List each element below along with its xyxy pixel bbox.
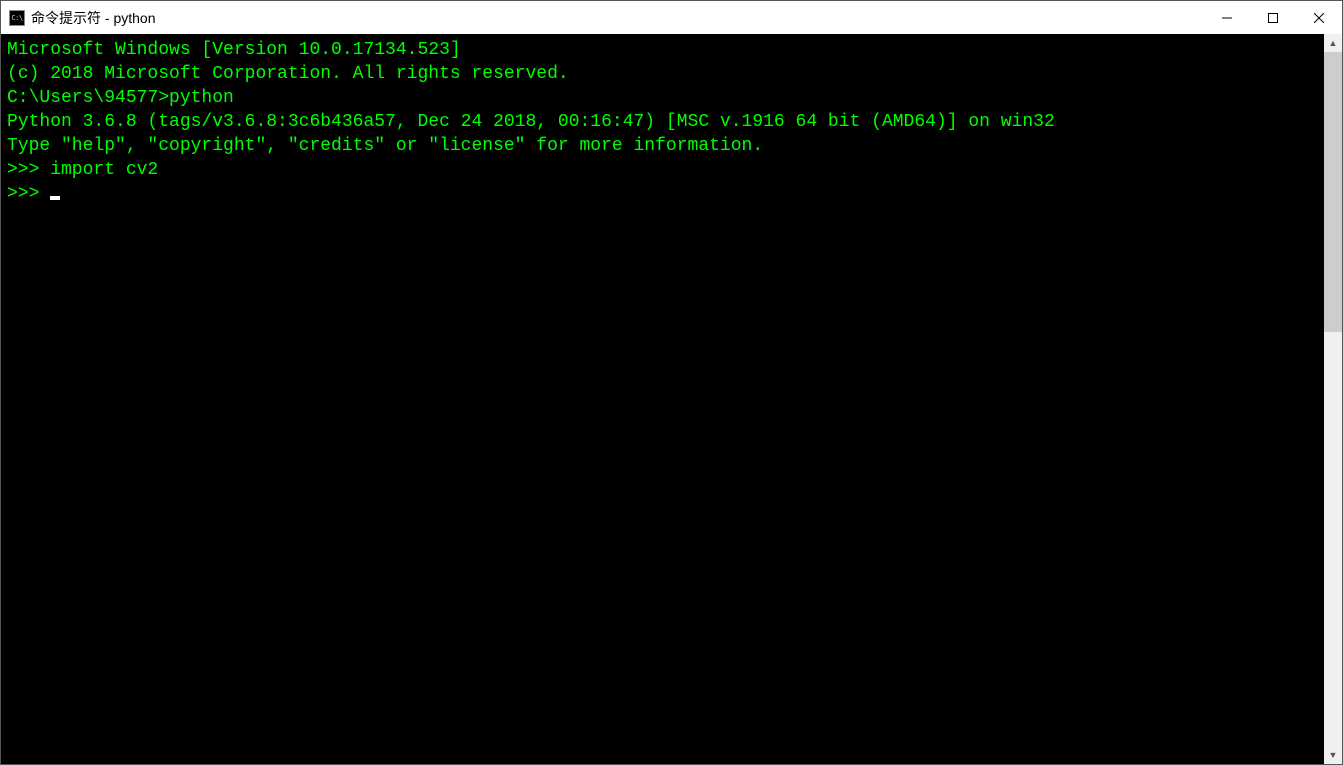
titlebar[interactable]: C:\ 命令提示符 - python: [1, 1, 1342, 34]
scroll-down-arrow-icon[interactable]: ▼: [1324, 746, 1342, 764]
maximize-button[interactable]: [1250, 1, 1296, 34]
vertical-scrollbar[interactable]: ▲ ▼: [1324, 34, 1342, 764]
terminal-line: (c) 2018 Microsoft Corporation. All righ…: [7, 62, 1318, 86]
cmd-icon: C:\: [9, 10, 25, 26]
terminal-line: >>> import cv2: [7, 158, 1318, 182]
titlebar-left: C:\ 命令提示符 - python: [9, 8, 155, 28]
terminal-line: Type "help", "copyright", "credits" or "…: [7, 134, 1318, 158]
text-cursor: [50, 196, 60, 200]
terminal-line: C:\Users\94577>python: [7, 86, 1318, 110]
terminal-line: Python 3.6.8 (tags/v3.6.8:3c6b436a57, De…: [7, 110, 1318, 134]
scroll-track[interactable]: [1324, 52, 1342, 746]
scroll-up-arrow-icon[interactable]: ▲: [1324, 34, 1342, 52]
terminal-area[interactable]: Microsoft Windows [Version 10.0.17134.52…: [1, 34, 1342, 764]
scroll-thumb[interactable]: [1324, 52, 1342, 332]
window-controls: [1204, 1, 1342, 34]
terminal-line: Microsoft Windows [Version 10.0.17134.52…: [7, 38, 1318, 62]
minimize-button[interactable]: [1204, 1, 1250, 34]
window-title: 命令提示符 - python: [31, 8, 155, 28]
command-prompt-window: C:\ 命令提示符 - python Microsoft Windows [Ve…: [0, 0, 1343, 765]
close-button[interactable]: [1296, 1, 1342, 34]
terminal-line: >>>: [7, 182, 1318, 206]
terminal-output[interactable]: Microsoft Windows [Version 10.0.17134.52…: [1, 34, 1324, 764]
